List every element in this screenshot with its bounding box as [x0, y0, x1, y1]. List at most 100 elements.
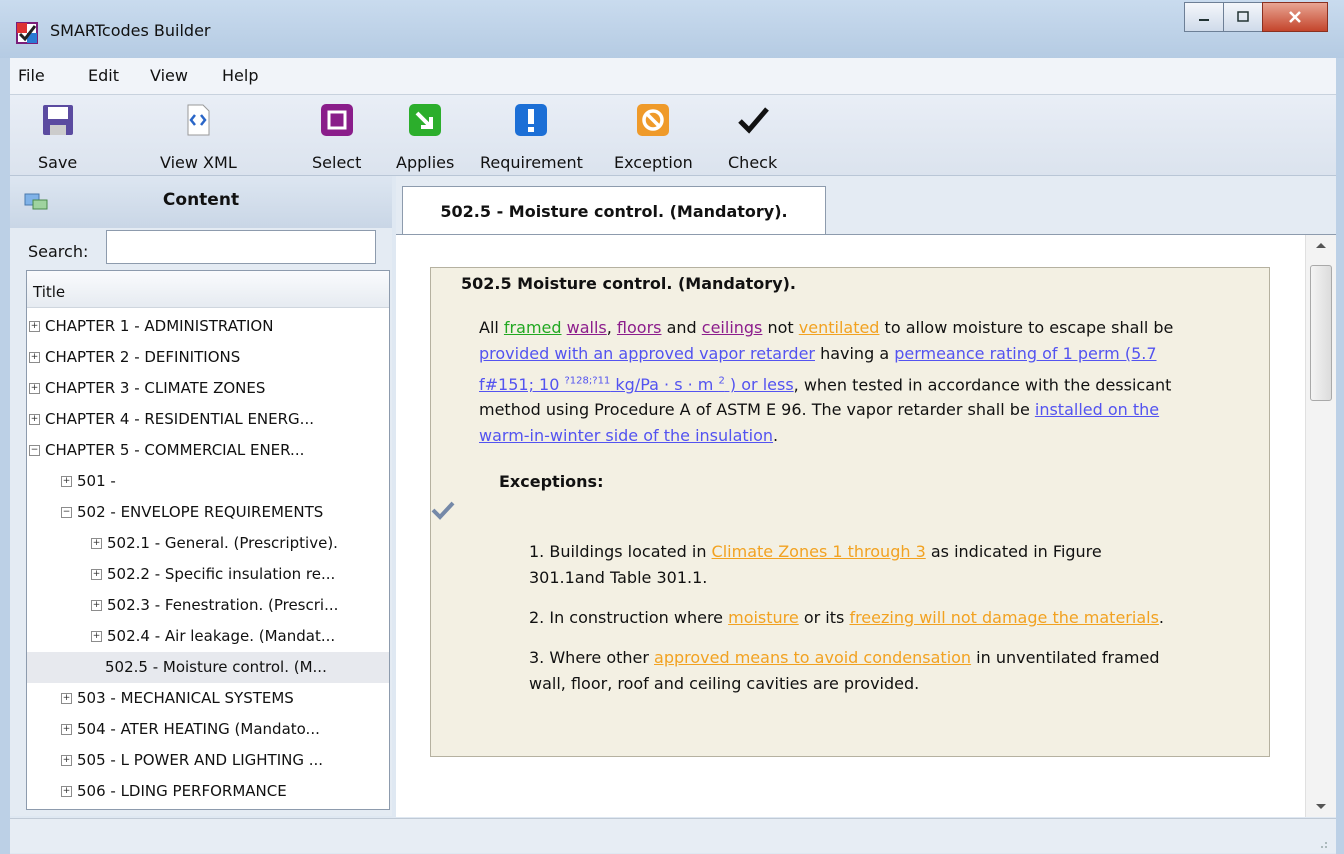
menu-help[interactable]: Help — [222, 66, 258, 85]
minimize-button[interactable] — [1184, 2, 1224, 32]
tree-node[interactable]: +502.4 - Air leakage. (Mandat... — [91, 621, 335, 652]
expand-icon[interactable]: + — [29, 352, 40, 363]
link-freezing[interactable]: freezing will not damage the materials — [849, 608, 1158, 627]
minimize-icon — [1199, 19, 1209, 21]
link-climate-zones[interactable]: Climate Zones 1 through 3 — [712, 542, 926, 561]
expand-icon[interactable]: + — [29, 321, 40, 332]
tree-node[interactable]: +505 - L POWER AND LIGHTING ... — [61, 745, 323, 776]
applies-arrow-icon — [409, 104, 442, 136]
expand-icon[interactable]: + — [91, 631, 102, 642]
maximize-icon — [1237, 11, 1249, 22]
check-button[interactable]: Check — [728, 103, 777, 172]
link-installed[interactable]: installed on the — [1035, 400, 1159, 419]
expand-icon[interactable]: + — [61, 786, 72, 797]
link-ventilated[interactable]: ventilated — [799, 318, 880, 337]
checkmark-icon — [737, 107, 769, 134]
window-controls — [1184, 2, 1328, 32]
paragraph-line-5: warm-in-winter side of the insulation. — [479, 426, 779, 445]
document-view: 502.5 Moisture control. (Mandatory). All… — [396, 234, 1336, 817]
tree-node-selected[interactable]: 502.5 - Moisture control. (M... — [27, 652, 389, 683]
scroll-thumb[interactable] — [1310, 265, 1332, 401]
view-xml-button[interactable]: View XML — [160, 103, 237, 172]
exception-1: 1. Buildings located in Climate Zones 1 … — [529, 542, 1102, 561]
window-frame-left — [0, 58, 10, 854]
exception-button[interactable]: Exception — [614, 103, 693, 172]
link-framed[interactable]: framed — [504, 318, 562, 337]
window-title: SMARTcodes Builder — [50, 21, 211, 40]
select-icon — [320, 104, 353, 136]
tree-node[interactable]: +502.1 - General. (Prescriptive). — [91, 528, 338, 559]
tree-node[interactable]: +502.2 - Specific insulation re... — [91, 559, 335, 590]
expand-icon[interactable]: + — [61, 693, 72, 704]
select-button[interactable]: Select — [312, 103, 361, 172]
tab-document[interactable]: 502.5 - Moisture control. (Mandatory). — [402, 186, 826, 235]
link-installed-cont[interactable]: warm-in-winter side of the insulation — [479, 426, 773, 445]
link-moisture[interactable]: moisture — [728, 608, 799, 627]
expand-icon[interactable]: + — [61, 755, 72, 766]
expand-icon[interactable]: + — [91, 538, 102, 549]
menu-file[interactable]: File — [18, 66, 45, 85]
save-icon — [42, 105, 73, 135]
link-approved-means[interactable]: approved means to avoid condensation — [654, 648, 971, 667]
section-card: 502.5 Moisture control. (Mandatory). All… — [430, 267, 1270, 757]
paragraph-line-3: f#151; 10 ?128;?11 kg/Pa · s · m 2 ) or … — [479, 375, 1172, 395]
tree-node[interactable]: + CHAPTER 3 - CLIMATE ZONES — [29, 373, 265, 404]
expand-icon[interactable]: + — [91, 569, 102, 580]
vertical-scrollbar[interactable] — [1305, 235, 1336, 817]
expand-icon[interactable]: + — [91, 600, 102, 611]
close-button[interactable] — [1262, 2, 1328, 32]
tree-node[interactable]: + CHAPTER 1 - ADMINISTRATION — [29, 311, 273, 342]
tree-node[interactable]: + CHAPTER 2 - DEFINITIONS — [29, 342, 240, 373]
tree-node[interactable]: − CHAPTER 5 - COMMERCIAL ENER... — [29, 435, 304, 466]
xml-document-icon — [187, 104, 210, 136]
content-header: Content — [10, 176, 392, 228]
tree-node[interactable]: +503 - MECHANICAL SYSTEMS — [61, 683, 294, 714]
requirement-exclamation-icon — [515, 104, 548, 136]
app-icon — [16, 22, 38, 44]
document-pane: 502.5 - Moisture control. (Mandatory). 5… — [396, 176, 1336, 817]
scroll-down-arrow-icon[interactable] — [1315, 803, 1327, 811]
exception-3: 3. Where other approved means to avoid c… — [529, 648, 1160, 667]
exception-prohibited-icon — [637, 104, 670, 136]
status-bar — [10, 818, 1336, 853]
exceptions-heading: Exceptions: — [499, 472, 604, 491]
content-pane: Content Search: Title + CHAPTER 1 - ADMIN… — [10, 176, 392, 816]
tree-node[interactable]: + CHAPTER 4 - RESIDENTIAL ENERG... — [29, 404, 314, 435]
maximize-button[interactable] — [1223, 2, 1263, 32]
link-vapor-retarder[interactable]: provided with an approved vapor retarder — [479, 344, 815, 363]
menu-edit[interactable]: Edit — [88, 66, 119, 85]
search-label: Search: — [28, 242, 89, 261]
menu-view[interactable]: View — [150, 66, 188, 85]
resize-grip-icon[interactable] — [1314, 835, 1328, 849]
search-input[interactable] — [106, 230, 376, 264]
save-button[interactable]: Save — [38, 103, 77, 172]
link-permeance[interactable]: permeance rating of 1 perm (5.7 — [894, 344, 1156, 363]
scroll-up-arrow-icon[interactable] — [1315, 241, 1327, 249]
requirement-button[interactable]: Requirement — [480, 103, 583, 172]
toolbar: Save View XML Select Applies Requirement… — [10, 95, 1336, 176]
applies-button[interactable]: Applies — [396, 103, 454, 172]
expand-icon[interactable]: + — [61, 724, 72, 735]
tree-node[interactable]: +504 - ATER HEATING (Mandato... — [61, 714, 320, 745]
link-permeance-cont[interactable]: f#151; 10 ?128;?11 kg/Pa · s · m 2 ) or … — [479, 375, 794, 394]
tree-node[interactable]: +501 - — [61, 466, 116, 497]
close-icon — [1289, 11, 1301, 23]
window-frame-right — [1336, 58, 1344, 854]
content-tree[interactable]: Title + CHAPTER 1 - ADMINISTRATION + CHAPT… — [26, 270, 390, 810]
link-ceilings[interactable]: ceilings — [702, 318, 763, 337]
link-floors[interactable]: floors — [617, 318, 662, 337]
section-heading: 502.5 Moisture control. (Mandatory). — [461, 274, 797, 293]
exception-3-cont: wall, floor, roof and ceiling cavities a… — [529, 674, 920, 693]
tree-node[interactable]: +506 - LDING PERFORMANCE — [61, 776, 287, 807]
expand-icon[interactable]: + — [29, 414, 40, 425]
expand-icon[interactable]: + — [29, 383, 40, 394]
collapse-icon[interactable]: − — [61, 507, 72, 518]
link-walls[interactable]: walls — [567, 318, 607, 337]
tree-column-header[interactable]: Title — [27, 271, 389, 308]
tree-node[interactable]: +502.3 - Fenestration. (Prescri... — [91, 590, 338, 621]
paragraph-line-4: method using Procedure A of ASTM E 96. T… — [479, 400, 1160, 419]
menu-bar: File Edit View Help — [10, 58, 1336, 95]
tree-node[interactable]: −502 - ENVELOPE REQUIREMENTS — [61, 497, 323, 528]
collapse-icon[interactable]: − — [29, 445, 40, 456]
expand-icon[interactable]: + — [61, 476, 72, 487]
